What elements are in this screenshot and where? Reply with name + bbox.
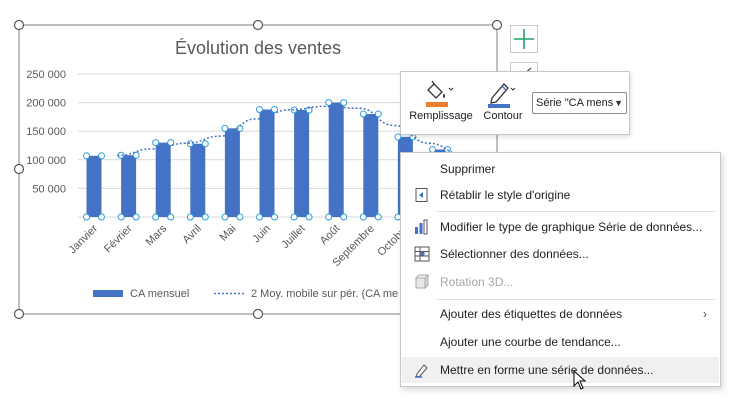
bar-selection-marker (152, 213, 160, 221)
menu-item-change-chart-type[interactable]: Modifier le type de graphique Série de d… (402, 214, 719, 240)
y-tick-label: 200 000 (26, 98, 66, 110)
bar[interactable] (294, 110, 310, 217)
fill-button-label: Remplissage (409, 110, 473, 122)
bar-selection-marker (374, 110, 382, 118)
menu-item-add-data-labels[interactable]: Ajouter des étiquettes de données › (402, 301, 719, 327)
bar[interactable] (328, 102, 344, 217)
bar-selection-marker (271, 213, 278, 221)
menu-item-reset-style[interactable]: Rétablir le style d'origine (402, 182, 719, 208)
handle-bottom-left (13, 308, 25, 320)
outline-color-swatch (488, 104, 510, 108)
y-tick-label: 150 000 (26, 126, 66, 138)
outline-button[interactable]: Contour (477, 76, 529, 132)
legend-label-bar: CA mensuel (130, 288, 189, 300)
change-chart-type-icon (415, 219, 428, 235)
bar-selection-marker (290, 213, 298, 221)
bar-selection-marker (340, 213, 348, 221)
bar-selection-marker (201, 140, 209, 148)
chart-title[interactable]: Évolution des ventes (175, 38, 341, 58)
bar-selection-marker (340, 99, 348, 107)
legend-label-line: 2 Moy. mobile sur pér. (CA me (251, 288, 398, 300)
bar-selection-marker (221, 124, 229, 132)
menu-item-label: Rétablir le style d'origine (440, 188, 571, 202)
menu-item-label: Modifier le type de graphique Série de d… (440, 220, 703, 234)
outline-button-label: Contour (483, 110, 523, 122)
bar-selection-marker (117, 213, 125, 221)
select-data-icon (414, 246, 430, 262)
chart-elements-button[interactable] (510, 25, 538, 53)
menu-item-label: Ajouter une courbe de tendance... (440, 335, 621, 349)
menu-item-rotation-3d: Rotation 3D... (402, 269, 719, 295)
handle-bottom-middle (252, 308, 264, 320)
bar-selection-marker (98, 152, 105, 160)
y-tick-label: 250 000 (26, 69, 66, 81)
handle-middle-left (13, 163, 25, 175)
bar-selection-marker (325, 213, 333, 221)
handle-top-middle (252, 19, 264, 31)
bar[interactable] (259, 109, 275, 217)
chevron-right-icon: › (703, 307, 707, 321)
menu-separator (437, 211, 716, 212)
format-series-icon (415, 364, 428, 378)
bar-selection-marker (201, 213, 209, 221)
bar[interactable] (121, 155, 137, 217)
bar[interactable] (363, 114, 379, 217)
bar-selection-marker (271, 105, 278, 113)
menu-item-delete[interactable]: Supprimer (402, 156, 719, 182)
bar-selection-marker (359, 213, 367, 221)
menu-item-label: Sélectionner des données... (440, 247, 589, 261)
bar-selection-marker (152, 139, 160, 147)
bar-selection-marker (167, 213, 175, 221)
menu-item-label: Supprimer (440, 162, 496, 176)
bar[interactable] (190, 143, 206, 217)
y-tick-label: 50 000 (32, 183, 66, 195)
bar-selection-marker (83, 213, 90, 221)
rotation-3d-icon (414, 274, 430, 290)
menu-item-label: Rotation 3D... (440, 275, 514, 289)
menu-item-label: Ajouter des étiquettes de données (440, 307, 623, 321)
menu-item-add-trendline[interactable]: Ajouter une courbe de tendance... (402, 329, 719, 355)
handle-top-left (13, 19, 25, 31)
menu-item-format-data-series[interactable]: Mettre en forme une série de données... (402, 357, 719, 383)
bar-selection-marker (221, 213, 229, 221)
bar-selection-marker (359, 110, 367, 118)
chevron-down-icon: ▼ (614, 98, 623, 108)
bar[interactable] (224, 128, 240, 217)
plus-icon (514, 29, 534, 49)
series-selector-value: Série "CA mens (536, 97, 614, 109)
bar-selection-marker (83, 152, 90, 160)
series-selector[interactable]: Série "CA mens ▼ (532, 92, 627, 114)
y-tick-label: 100 000 (26, 155, 66, 167)
bar-selection-marker (374, 213, 382, 221)
bar[interactable] (155, 142, 171, 217)
bar-selection-marker (256, 213, 263, 221)
context-menu: Supprimer Rétablir le style d'origine Mo… (400, 152, 721, 387)
bar-selection-marker (236, 213, 244, 221)
bar-selection-marker (256, 105, 263, 113)
paint-bucket-icon (426, 80, 454, 107)
menu-item-label: Mettre en forme une série de données... (440, 363, 654, 377)
handle-top-right (491, 19, 503, 31)
mouse-pointer-icon (573, 370, 587, 390)
bar-selection-marker (305, 213, 313, 221)
pen-outline-icon (488, 83, 516, 108)
fill-button[interactable]: Remplissage (405, 76, 477, 132)
reset-style-icon (415, 188, 428, 202)
format-mini-toolbar: Remplissage Contour Série "CA mens ▼ (400, 71, 630, 135)
menu-item-select-data[interactable]: Sélectionner des données... (402, 241, 719, 267)
bar-selection-marker (98, 213, 105, 221)
legend-swatch-bar (93, 290, 123, 297)
menu-separator (437, 299, 716, 300)
bar[interactable] (86, 155, 102, 217)
bar-selection-marker (186, 213, 194, 221)
bar-selection-marker (325, 99, 333, 107)
fill-color-swatch (426, 102, 448, 107)
bar-selection-marker (132, 213, 140, 221)
